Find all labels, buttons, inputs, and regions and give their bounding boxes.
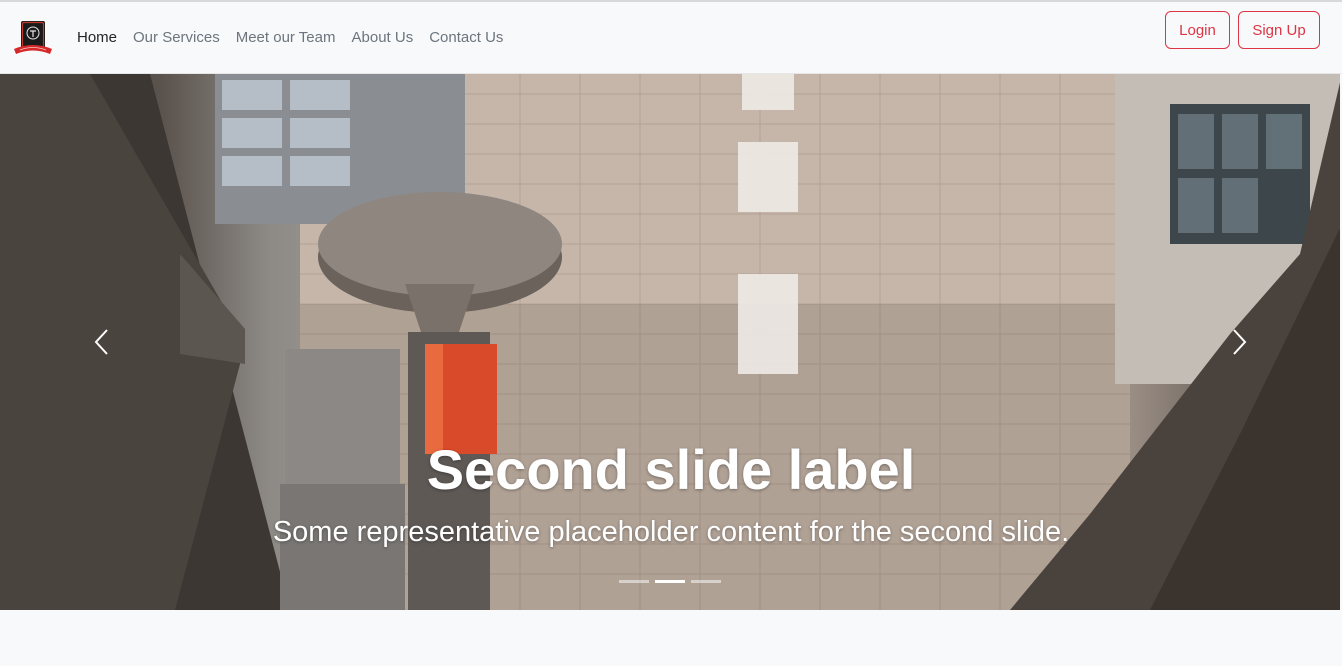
chevron-right-icon [1233,329,1247,355]
slide-caption: Some representative placeholder content … [272,516,1070,548]
nav-link-meet-our-team[interactable]: Meet our Team [236,29,336,46]
nav-link-contact-us[interactable]: Contact Us [429,29,503,46]
nav-link-about-us[interactable]: About Us [352,29,414,46]
navbar: Home Our Services Meet our Team About Us… [0,2,1342,74]
carousel-indicator-1[interactable] [619,580,649,583]
carousel-prev-button[interactable] [81,322,121,362]
carousel-next-button[interactable] [1220,322,1260,362]
brand-logo[interactable] [12,19,54,57]
signup-button[interactable]: Sign Up [1238,11,1320,49]
nav-link-home[interactable]: Home [77,29,117,46]
login-button[interactable]: Login [1165,11,1230,49]
page-content-area [0,610,1342,666]
carousel-indicators [619,580,721,583]
slide-title: Second slide label [426,438,916,501]
nav-link-our-services[interactable]: Our Services [133,29,220,46]
chevron-left-icon [94,329,108,355]
nav-links: Home Our Services Meet our Team About Us… [77,29,503,46]
auth-buttons: Login Sign Up [1165,11,1320,49]
hero-carousel: Second slide label Some representative p… [0,74,1342,610]
shield-logo-icon [14,21,52,54]
carousel-indicator-2[interactable] [655,580,685,583]
carousel-indicator-3[interactable] [691,580,721,583]
